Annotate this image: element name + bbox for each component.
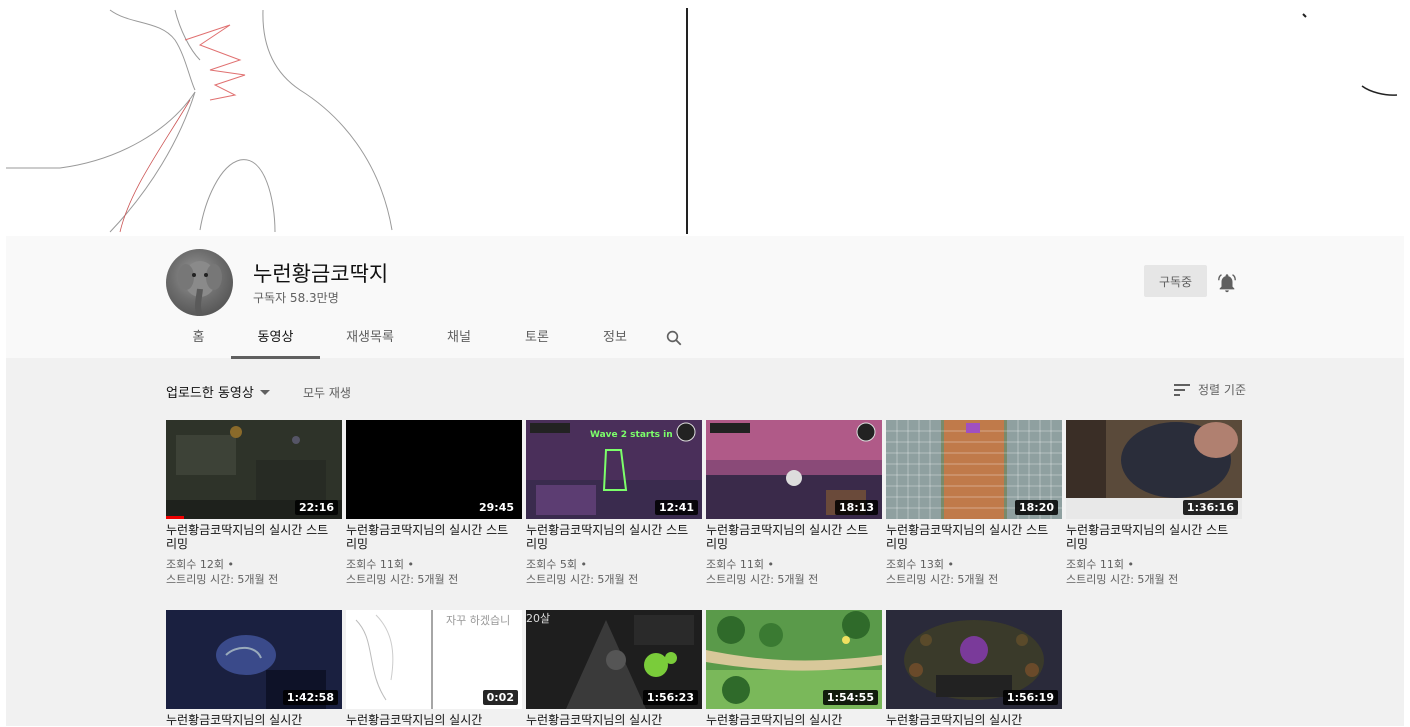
video-title[interactable]: 누런황금코딱지님의 실시간 스트리밍 xyxy=(886,523,1058,551)
video-time: 스트리밍 시간: 5개월 전 xyxy=(526,573,639,586)
video-duration: 18:20 xyxy=(1014,500,1058,515)
video-thumbnail[interactable]: 20살 1:56:23 xyxy=(526,610,702,709)
video-item[interactable]: 20살 1:56:23 누런황금코딱지님의 실시간 xyxy=(526,610,702,727)
video-duration: 1:56:19 xyxy=(1002,690,1058,705)
video-title[interactable]: 누런황금코딱지님의 실시간 스트리밍 xyxy=(706,523,878,551)
video-thumbnail[interactable]: 1:36:16 xyxy=(1066,420,1242,519)
video-title[interactable]: 누런황금코딱지님의 실시간 스트리밍 xyxy=(526,523,698,551)
tab-playlists[interactable]: 재생목록 xyxy=(320,318,420,356)
video-item[interactable]: Wave 2 starts in 12:41 누런황금코딱지님의 실시간 스트리… xyxy=(526,420,702,587)
play-all-button[interactable]: 모두 재생 xyxy=(303,384,351,401)
video-thumbnail[interactable]: 1:54:55 xyxy=(706,610,882,709)
video-thumbnail[interactable]: 18:13 xyxy=(706,420,882,519)
channel-avatar[interactable] xyxy=(166,249,233,316)
video-item[interactable]: 18:20 누런황금코딱지님의 실시간 스트리밍 조회수 13회 • 스트리밍 시… xyxy=(886,420,1062,587)
video-duration: 12:41 xyxy=(654,500,698,515)
videos-toolbar: 업로드한 동영상 모두 재생 정렬 기준 xyxy=(166,379,1246,403)
elephant-icon xyxy=(178,261,222,316)
video-item[interactable]: 29:45 누런황금코딱지님의 실시간 스트리밍 조회수 11회 • 스트리밍 시… xyxy=(346,420,522,587)
video-views: 조회수 5회 • xyxy=(526,558,587,571)
watch-progress xyxy=(166,516,184,519)
channel-page: 누런황금코딱지 구독자 58.3만명 구독중 홈 동영상 재생목록 채널 토론 … xyxy=(6,236,1404,727)
channel-tabs: 홈 동영상 재생목록 채널 토론 정보 xyxy=(166,318,694,359)
video-views: 조회수 13회 • xyxy=(886,558,954,571)
video-item[interactable]: 1:42:58 누런황금코딱지님의 실시간 xyxy=(166,610,342,727)
sort-label: 정렬 기준 xyxy=(1198,383,1246,397)
video-title[interactable]: 누런황금코딱지님의 실시간 스트리밍 xyxy=(1066,523,1238,551)
video-thumbnail[interactable]: 18:20 xyxy=(886,420,1062,519)
video-thumbnail[interactable]: 자꾸 하겠습니 0:02 xyxy=(346,610,522,709)
thumbnail-overlay-text: 자꾸 하겠습니 xyxy=(446,614,511,627)
caret-down-icon xyxy=(259,390,270,395)
video-time: 스트리밍 시간: 5개월 전 xyxy=(706,573,819,586)
video-views: 조회수 11회 • xyxy=(706,558,774,571)
channel-banner xyxy=(0,0,1410,236)
video-title[interactable]: 누런황금코딱지님의 실시간 xyxy=(346,713,518,727)
thumbnail-overlay-text: Wave 2 starts in xyxy=(590,430,673,440)
tab-discussion[interactable]: 토론 xyxy=(498,318,576,356)
video-item[interactable]: 1:36:16 누런황금코딱지님의 실시간 스트리밍 조회수 11회 • 스트리밍… xyxy=(1066,420,1242,587)
video-time: 스트리밍 시간: 5개월 전 xyxy=(886,573,999,586)
sort-icon xyxy=(1174,383,1191,396)
video-title[interactable]: 누런황금코딱지님의 실시간 스트리밍 xyxy=(346,523,518,551)
thumbnail-overlay-text: 20살 xyxy=(526,612,551,625)
video-duration: 1:36:16 xyxy=(1182,500,1238,515)
video-item[interactable]: 1:56:19 누런황금코딱지님의 실시간 xyxy=(886,610,1062,727)
video-views: 조회수 11회 • xyxy=(1066,558,1134,571)
video-duration: 29:45 xyxy=(474,500,518,515)
video-time: 스트리밍 시간: 5개월 전 xyxy=(166,573,279,586)
uploads-dropdown[interactable]: 업로드한 동영상 xyxy=(166,382,270,401)
tab-channels[interactable]: 채널 xyxy=(420,318,498,356)
notification-bell-icon[interactable] xyxy=(1216,272,1238,294)
video-time: 스트리밍 시간: 5개월 전 xyxy=(346,573,459,586)
video-thumbnail[interactable]: 1:42:58 xyxy=(166,610,342,709)
video-item[interactable]: 18:13 누런황금코딱지님의 실시간 스트리밍 조회수 11회 • 스트리밍 시… xyxy=(706,420,882,587)
uploads-label: 업로드한 동영상 xyxy=(166,386,254,401)
video-thumbnail[interactable]: 1:56:19 xyxy=(886,610,1062,709)
tab-about[interactable]: 정보 xyxy=(576,318,654,356)
video-title[interactable]: 누런황금코딱지님의 실시간 xyxy=(706,713,878,727)
subscribed-button[interactable]: 구독중 xyxy=(1144,265,1207,297)
channel-header: 누런황금코딱지 구독자 58.3만명 구독중 홈 동영상 재생목록 채널 토론 … xyxy=(6,236,1404,359)
video-title[interactable]: 누런황금코딱지님의 실시간 스트리밍 xyxy=(166,523,338,551)
subscriber-count: 구독자 58.3만명 xyxy=(253,291,339,305)
video-title[interactable]: 누런황금코딱지님의 실시간 xyxy=(886,713,1058,727)
video-item[interactable]: 22:16 누런황금코딱지님의 실시간 스트리밍 조회수 12회 • 스트리밍 시… xyxy=(166,420,342,587)
sort-button[interactable]: 정렬 기준 xyxy=(1174,381,1246,398)
banner-sketch xyxy=(6,8,1398,234)
tab-home[interactable]: 홈 xyxy=(166,318,231,356)
video-thumbnail[interactable]: Wave 2 starts in 12:41 xyxy=(526,420,702,519)
video-views: 조회수 12회 • xyxy=(166,558,234,571)
channel-search-icon[interactable] xyxy=(654,318,694,358)
video-title[interactable]: 누런황금코딱지님의 실시간 xyxy=(526,713,698,727)
video-duration: 18:13 xyxy=(834,500,878,515)
video-duration: 1:54:55 xyxy=(822,690,878,705)
video-views: 조회수 11회 • xyxy=(346,558,414,571)
video-title[interactable]: 누런황금코딱지님의 실시간 xyxy=(166,713,338,727)
video-duration: 1:56:23 xyxy=(642,690,698,705)
video-item[interactable]: 자꾸 하겠습니 0:02 누런황금코딱지님의 실시간 xyxy=(346,610,522,727)
video-item[interactable]: 1:54:55 누런황금코딱지님의 실시간 xyxy=(706,610,882,727)
video-thumbnail[interactable]: 29:45 xyxy=(346,420,522,519)
video-duration: 1:42:58 xyxy=(282,690,338,705)
video-thumbnail[interactable]: 22:16 xyxy=(166,420,342,519)
channel-name: 누런황금코딱지 xyxy=(253,262,389,286)
tab-videos[interactable]: 동영상 xyxy=(231,318,320,359)
video-duration: 0:02 xyxy=(482,690,518,705)
video-time: 스트리밍 시간: 5개월 전 xyxy=(1066,573,1179,586)
video-duration: 22:16 xyxy=(294,500,338,515)
